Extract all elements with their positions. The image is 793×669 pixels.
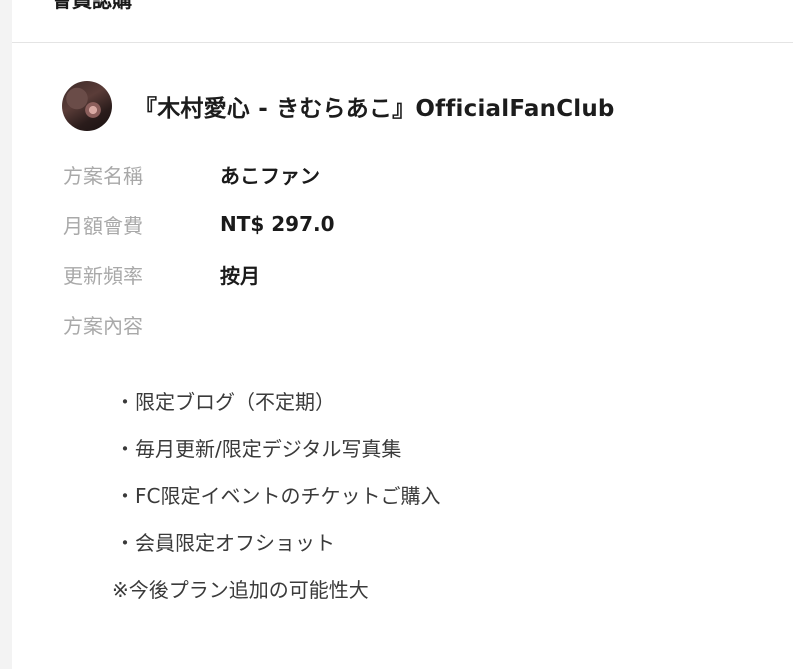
avatar xyxy=(62,81,112,131)
plan-content-item: ・限定ブログ（不定期） xyxy=(115,390,335,414)
renewal-frequency-row: 更新頻率 按月 xyxy=(63,260,260,288)
subscription-card: 會員認購 『木村愛心 - きむらあこ』OfficialFanClub 方案名稱 … xyxy=(12,0,793,669)
creator-name: 『木村愛心 - きむらあこ』OfficialFanClub xyxy=(134,96,615,122)
header-divider xyxy=(12,42,793,43)
plan-name-row: 方案名稱 あこファン xyxy=(63,160,320,188)
monthly-fee-value: NT$ 297.0 xyxy=(220,212,335,236)
plan-name-label: 方案名稱 xyxy=(63,163,143,188)
plan-content-label: 方案內容 xyxy=(63,313,143,338)
page-title: 會員認購 xyxy=(52,0,132,12)
plan-content-row: 方案內容 xyxy=(63,310,220,338)
creator-header: 『木村愛心 - きむらあこ』OfficialFanClub xyxy=(62,80,615,132)
renewal-frequency-value: 按月 xyxy=(220,263,260,288)
renewal-frequency-label: 更新頻率 xyxy=(63,263,143,288)
plan-content-note: ※今後プラン追加の可能性大 xyxy=(112,578,369,602)
monthly-fee-row: 月額會費 NT$ 297.0 xyxy=(63,210,335,238)
plan-content-item: ・FC限定イベントのチケットご購入 xyxy=(115,484,441,508)
plan-name-value: あこファン xyxy=(220,163,320,188)
monthly-fee-label: 月額會費 xyxy=(63,213,143,238)
plan-content-item: ・会員限定オフショット xyxy=(115,531,335,555)
plan-content-item: ・毎月更新/限定デジタル写真集 xyxy=(115,437,402,461)
